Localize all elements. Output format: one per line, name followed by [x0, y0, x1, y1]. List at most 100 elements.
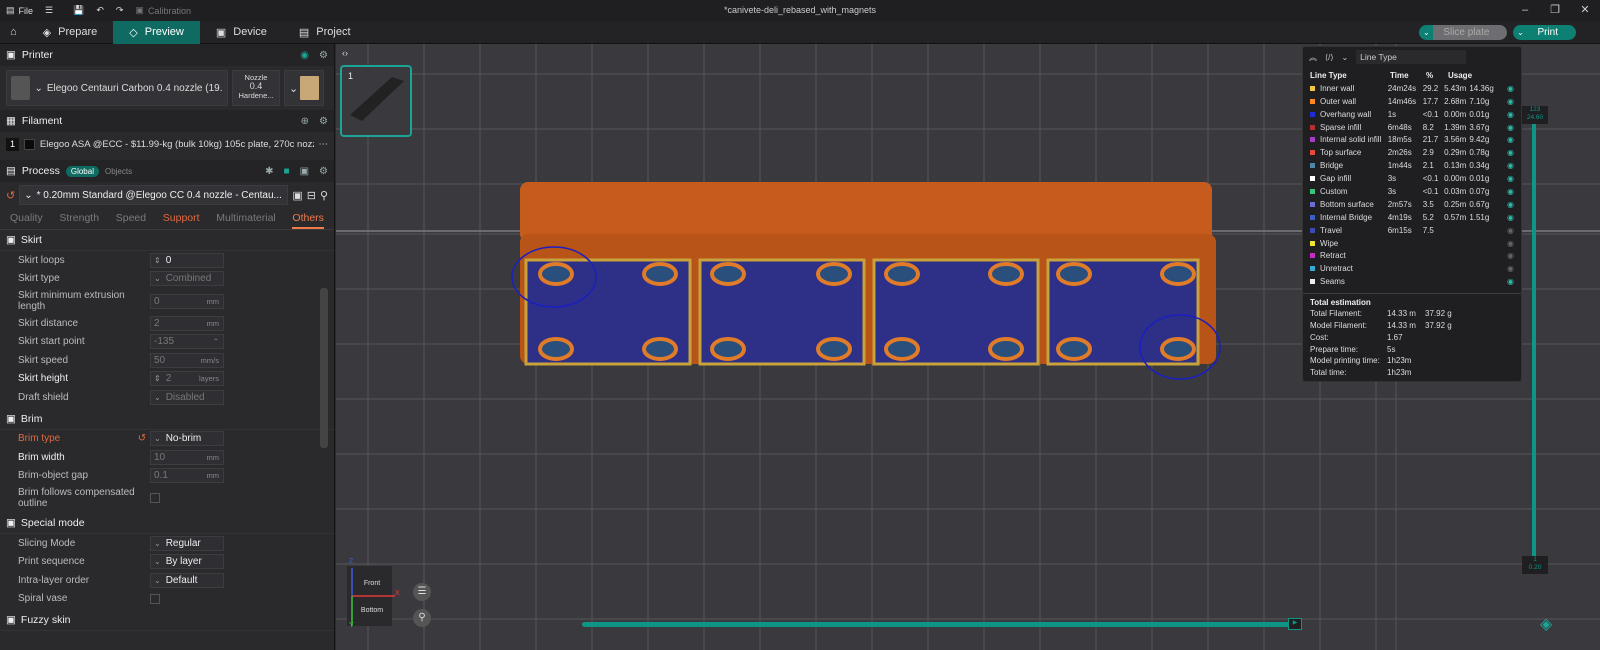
skirt-distance-input[interactable]: 2 mm: [150, 315, 224, 331]
chevron-down-icon[interactable]: ⌄: [1513, 25, 1528, 40]
add-filament-icon[interactable]: ⊕: [301, 116, 309, 127]
print-button[interactable]: ⌄ Print: [1513, 25, 1576, 40]
legend-row[interactable]: Custom 3s <0.1 0.03m 0.07g ◉: [1303, 185, 1521, 198]
legend-view-select[interactable]: Line Type: [1356, 50, 1467, 64]
visibility-eye-icon[interactable]: ◉: [1504, 213, 1514, 222]
legend-row[interactable]: Unretract ◉: [1303, 262, 1521, 275]
subtab-speed[interactable]: Speed: [116, 212, 146, 229]
skirt-type-select[interactable]: ⌄ Combined: [150, 271, 224, 287]
print-sequence-select[interactable]: ⌄ By layer: [150, 554, 224, 570]
reset-icon[interactable]: ↺: [136, 433, 148, 444]
legend-row[interactable]: Top surface 2m26s 2.9 0.29m 0.78g ◉: [1303, 146, 1521, 159]
collapse-icon[interactable]: ︽: [1309, 52, 1317, 63]
slicing-mode-select[interactable]: ⌄ Regular: [150, 535, 224, 551]
layers-stack-icon[interactable]: ◈: [1540, 614, 1560, 634]
tab-device[interactable]: ▣ Device: [200, 21, 283, 44]
visibility-eye-icon[interactable]: ◉: [1504, 264, 1514, 273]
visibility-eye-icon[interactable]: ◉: [1504, 277, 1514, 286]
visibility-eye-icon[interactable]: ◉: [1504, 123, 1514, 132]
chevron-down-icon[interactable]: ⌄: [1341, 53, 1348, 62]
reset-icon[interactable]: ↺: [6, 189, 15, 202]
compare-icon[interactable]: ▣: [300, 166, 309, 177]
visibility-eye-icon[interactable]: ◉: [1504, 174, 1514, 183]
legend-row[interactable]: Travel 6m15s 7.5 ◉: [1303, 224, 1521, 237]
maximize-icon[interactable]: ❐: [1540, 0, 1570, 21]
draft-shield-select[interactable]: ⌄ Disabled: [150, 389, 224, 405]
close-icon[interactable]: ✕: [1570, 0, 1600, 21]
visibility-eye-icon[interactable]: ◉: [1504, 161, 1514, 170]
plate-thumbnail[interactable]: 1: [340, 65, 412, 137]
legend-row[interactable]: Retract ◉: [1303, 249, 1521, 262]
minimize-icon[interactable]: –: [1510, 0, 1540, 21]
legend-row[interactable]: Outer wall 14m46s 17.7 2.68m 7.10g ◉: [1303, 95, 1521, 108]
save-icon[interactable]: 💾: [67, 0, 90, 21]
legend-row[interactable]: Internal Bridge 4m19s 5.2 0.57m 1.51g ◉: [1303, 211, 1521, 224]
search-icon[interactable]: ⚲: [320, 189, 328, 202]
skirt-height-input[interactable]: ⇕ 2 layers: [150, 371, 224, 387]
delete-icon[interactable]: ⊟: [307, 189, 316, 202]
undo-icon[interactable]: ↶: [90, 0, 110, 21]
filament-color-swatch[interactable]: [23, 138, 35, 150]
home-button[interactable]: ⌂: [0, 21, 27, 44]
printer-selector[interactable]: ⌄ Elegoo Centauri Carbon 0.4 nozzle (19.…: [6, 70, 228, 106]
view-cube-faces[interactable]: Front Bottom: [352, 570, 392, 624]
spiral-vase-checkbox[interactable]: [150, 593, 160, 604]
legend-row[interactable]: Internal solid infill 18m5s 21.7 3.56m 9.42g…: [1303, 133, 1521, 146]
legend-row[interactable]: Bridge 1m44s 2.1 0.13m 0.34g ◉: [1303, 159, 1521, 172]
tab-project[interactable]: ▤ Project: [283, 21, 367, 44]
move-slider-handle[interactable]: ▶: [1288, 618, 1302, 630]
zoom-icon[interactable]: ⚲: [413, 609, 431, 627]
visibility-eye-icon[interactable]: ◉: [1504, 226, 1514, 235]
visibility-eye-icon[interactable]: ◉: [1504, 239, 1514, 248]
visibility-eye-icon[interactable]: ◉: [1504, 135, 1514, 144]
brim-type-select[interactable]: ⌄ No-brim: [150, 431, 224, 447]
code-icon[interactable]: ⟨/⟩: [1325, 53, 1333, 62]
legend-row[interactable]: Gap infill 3s <0.1 0.00m 0.01g ◉: [1303, 172, 1521, 185]
settings-icon[interactable]: ⚙: [319, 166, 328, 177]
visibility-eye-icon[interactable]: ◉: [1504, 200, 1514, 209]
process-preset-selector[interactable]: ⌄ * 0.20mm Standard @Elegoo CC 0.4 nozzl…: [19, 185, 289, 205]
subtab-support[interactable]: Support: [163, 212, 200, 229]
redo-icon[interactable]: ↷: [110, 0, 130, 21]
visibility-eye-icon[interactable]: ◉: [1504, 97, 1514, 106]
sidebar-scrollbar[interactable]: [320, 288, 328, 448]
visibility-eye-icon[interactable]: ◉: [1504, 251, 1514, 260]
objects-toggle[interactable]: Objects: [105, 167, 132, 176]
skirt-start-point-input[interactable]: -135 ⌃: [150, 334, 224, 350]
skirt-min-extrusion-input[interactable]: 0 mm: [150, 293, 224, 309]
cube-bottom-face[interactable]: Bottom: [352, 597, 392, 624]
skirt-speed-input[interactable]: 50 mm/s: [150, 352, 224, 368]
filament-row[interactable]: 1 Elegoo ASA @ECC - $11.99-kg (bulk 10kg…: [0, 132, 334, 156]
collapse-sidebar-icon[interactable]: ‹›: [336, 44, 354, 62]
plate-type-selector[interactable]: ⌄: [284, 70, 324, 106]
tab-preview[interactable]: ◇ Preview: [113, 20, 200, 44]
calibration-menu[interactable]: ▣ Calibration: [129, 0, 197, 21]
wifi-icon[interactable]: ◉: [300, 50, 309, 61]
legend-row[interactable]: Inner wall 24m24s 29.2 5.43m 14.36g ◉: [1303, 82, 1521, 95]
subtab-others[interactable]: Others: [292, 212, 324, 229]
skirt-loops-input[interactable]: ⇕ 0: [150, 252, 224, 268]
file-menu[interactable]: ▤ File: [0, 0, 39, 21]
brim-follows-checkbox[interactable]: [150, 493, 160, 503]
legend-row[interactable]: Overhang wall 1s <0.1 0.00m 0.01g ◉: [1303, 108, 1521, 121]
visibility-eye-icon[interactable]: ◉: [1504, 110, 1514, 119]
layer-slider[interactable]: [1532, 110, 1536, 565]
layer-slider-bottom-handle[interactable]: 1 0.20: [1522, 556, 1548, 574]
brim-width-input[interactable]: 10 mm: [150, 449, 224, 465]
nozzle-selector[interactable]: Nozzle 0.4 Hardene...: [232, 70, 280, 106]
global-toggle[interactable]: Global: [65, 165, 99, 177]
legend-row[interactable]: Wipe ◉: [1303, 237, 1521, 250]
legend-row[interactable]: Bottom surface 2m57s 3.5 0.25m 0.67g ◉: [1303, 198, 1521, 211]
subtab-multimaterial[interactable]: Multimaterial: [216, 212, 276, 229]
chevron-down-icon[interactable]: ⌄: [1419, 25, 1434, 40]
intra-layer-order-select[interactable]: ⌄ Default: [150, 572, 224, 588]
menu-icon[interactable]: ☰: [39, 0, 59, 21]
cube-front-face[interactable]: Front: [352, 570, 392, 597]
subtab-quality[interactable]: Quality: [10, 212, 43, 229]
legend-row[interactable]: Sparse infill 6m48s 8.2 1.39m 3.67g ◉: [1303, 121, 1521, 134]
visibility-eye-icon[interactable]: ◉: [1504, 84, 1514, 93]
save-icon[interactable]: ▣: [292, 189, 302, 202]
visibility-eye-icon[interactable]: ◉: [1504, 148, 1514, 157]
view-menu-icon[interactable]: ☰: [413, 583, 431, 601]
more-icon[interactable]: ⋯: [319, 139, 329, 150]
